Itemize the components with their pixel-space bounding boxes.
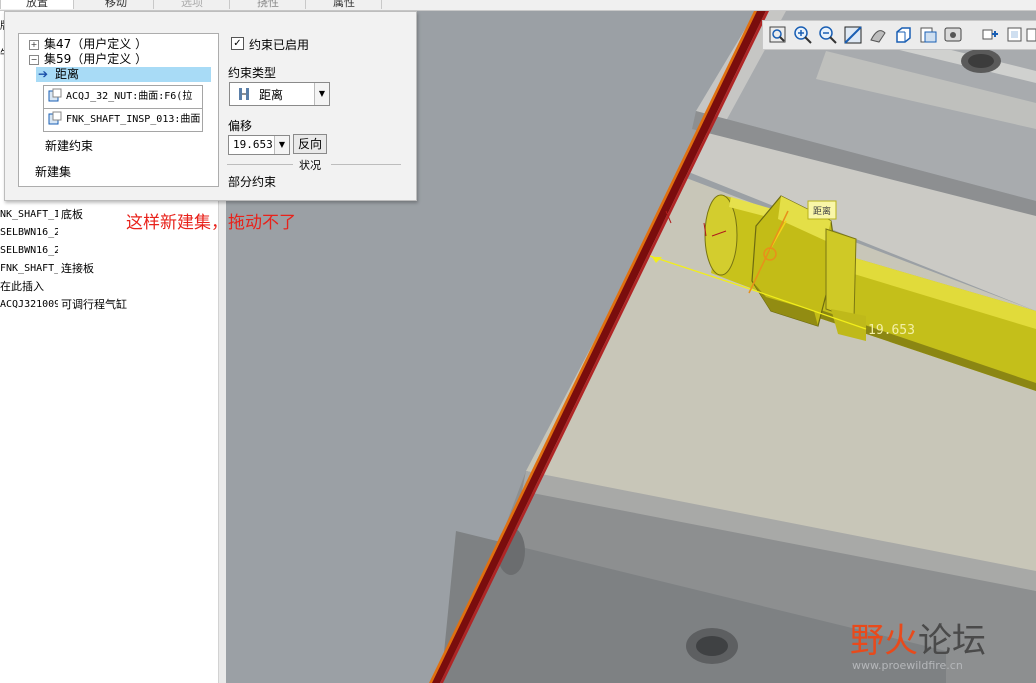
constraint-set-list[interactable]: + 集47（用户定义 ） − 集59（用户定义 ） ➔ 距离 ACQJ_32_NUT… [18, 33, 219, 187]
offset-value: 19.653 [233, 138, 273, 151]
new-constraint-link[interactable]: 新建约束 [45, 139, 93, 153]
flip-button[interactable]: 反向 [293, 134, 327, 154]
view-manager-icon[interactable] [892, 24, 914, 46]
tree-row[interactable]: ACQJ321009 可调行程气缸 [0, 297, 218, 313]
distance-icon [236, 86, 252, 105]
tree-row-name: NK_SHAFT_I [0, 209, 58, 220]
reference-text: ACQJ_32_NUT:曲面:F6(拉 [66, 91, 193, 102]
set-label: 集47（用户定义 ） [44, 37, 148, 51]
collapse-toggle-icon[interactable]: − [29, 55, 39, 65]
tree-row-note: 底板 [61, 208, 83, 221]
zoom-fit-icon[interactable] [767, 24, 789, 46]
panel-tab-bar: 放置 移动 选项 挠性 属性 [0, 0, 1036, 11]
spin-center-icon[interactable] [979, 24, 1001, 46]
repaint-icon[interactable] [842, 24, 864, 46]
constraint-enabled-label: 约束已启用 [249, 38, 310, 52]
saved-orientation-icon[interactable] [867, 24, 889, 46]
tree-row-note: 可调行程气缸 [61, 298, 127, 311]
constraint-enabled-checkbox[interactable]: ✓ [231, 37, 244, 50]
surface-reference-icon [48, 88, 62, 102]
forum-watermark: 野火论坛 www.proewildfire.cn [850, 613, 1036, 683]
tab-properties[interactable]: 属性 [307, 0, 382, 9]
watermark-char: 论坛 [918, 621, 986, 661]
expand-toggle-icon[interactable]: + [29, 40, 39, 50]
dropdown-arrow-icon[interactable]: ▼ [314, 83, 329, 105]
zoom-in-icon[interactable] [792, 24, 814, 46]
reference-item[interactable]: FNK_SHAFT_INSP_013:曲面 [43, 108, 203, 132]
tree-row-name: SELBWN16_2 [0, 227, 58, 238]
tree-row[interactable]: FNK_SHAFT_ 连接板 [0, 261, 218, 277]
status-value: 部分约束 [228, 175, 277, 189]
dropdown-arrow-icon[interactable]: ▼ [274, 136, 289, 154]
watermark-url: www.proewildfire.cn [852, 659, 963, 672]
zoom-out-icon[interactable] [817, 24, 839, 46]
offset-input[interactable]: 19.653 ▼ [228, 135, 290, 155]
tree-row-note: 连接板 [61, 262, 94, 275]
status-label: 状况 [299, 159, 321, 172]
tree-insert-here[interactable]: 在此插入 [0, 279, 218, 295]
tree-row[interactable]: SELBWN16_2 [0, 243, 218, 259]
divider [331, 164, 401, 165]
set-label: 集59（用户定义 ） [44, 52, 148, 66]
constraint-type-label: 约束类型 [228, 66, 277, 80]
reference-text: FNK_SHAFT_INSP_013:曲面 [66, 114, 201, 125]
tree-row-name: ACQJ321009 [0, 299, 58, 310]
arrow-right-icon: ➔ [38, 67, 49, 81]
tab-flexibility[interactable]: 挠性 [231, 0, 306, 9]
constraint-type-select[interactable]: 距离 ▼ [229, 82, 330, 106]
surface-reference-icon [48, 111, 62, 125]
graphics-toolbar [762, 20, 1036, 50]
annotation-text: 这样新建集，拖动不了 [126, 213, 296, 233]
new-set-link[interactable]: 新建集 [35, 165, 71, 179]
placement-panel: + 集47（用户定义 ） − 集59（用户定义 ） ➔ 距离 ACQJ_32_NUT… [4, 11, 417, 201]
offset-label: 偏移 [228, 119, 253, 133]
constraint-item-selected[interactable]: ➔ 距离 [36, 67, 211, 82]
tree-row-name: SELBWN16_2 [0, 245, 58, 256]
watermark-char: 火 [884, 621, 918, 661]
tab-placement[interactable]: 放置 [0, 0, 74, 9]
divider [227, 164, 293, 165]
reference-item[interactable]: ACQJ_32_NUT:曲面:F6(拉 [43, 85, 203, 109]
set-item[interactable]: − 集59（用户定义 ） [29, 52, 147, 66]
constraint-label: 距离 [55, 67, 80, 81]
constraint-type-value: 距离 [259, 88, 284, 102]
watermark-char: 野 [850, 621, 884, 661]
perspective-icon[interactable] [942, 24, 964, 46]
dimension-value[interactable]: 19.653 [868, 323, 915, 338]
tab-move[interactable]: 移动 [79, 0, 154, 9]
more-icon[interactable] [1025, 24, 1036, 46]
display-style-icon[interactable] [917, 24, 939, 46]
tree-row-name: FNK_SHAFT_ [0, 263, 58, 274]
tab-options[interactable]: 选项 [155, 0, 230, 9]
datum-display-icon[interactable] [1004, 24, 1026, 46]
dimension-tag-text: 距离 [813, 205, 831, 217]
tree-row-name: 在此插入 [0, 280, 44, 293]
set-item[interactable]: + 集47（用户定义 ） [29, 37, 147, 51]
